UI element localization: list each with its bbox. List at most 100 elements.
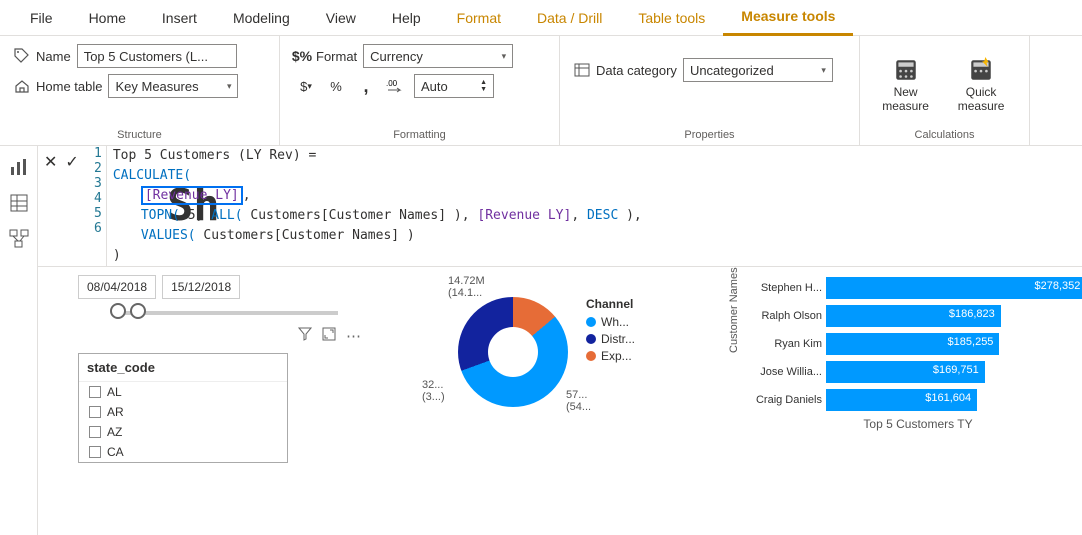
name-value: Top 5 Customers (L... <box>84 49 208 64</box>
tab-help[interactable]: Help <box>374 0 439 36</box>
bar-chart[interactable]: Customer Names Stephen H...$278,352Ralph… <box>748 277 1082 431</box>
bar-fill: $169,751 <box>826 361 985 383</box>
bar-row: Ralph Olson$186,823 <box>748 305 1082 327</box>
legend-dot-icon <box>586 351 596 361</box>
spinner-icon[interactable]: ▲▼ <box>480 79 487 93</box>
slicer-item-label: AZ <box>107 425 122 439</box>
format-value: Currency <box>370 49 423 64</box>
checkbox-icon[interactable] <box>89 446 101 458</box>
category-icon <box>574 62 590 78</box>
name-input[interactable]: Top 5 Customers (L... <box>77 44 237 68</box>
slicer-item-label: AL <box>107 385 122 399</box>
quick-measure-label: Quick measure <box>953 85 1009 113</box>
slicer-item[interactable]: CA <box>79 442 287 462</box>
group-label-structure: Structure <box>14 129 265 141</box>
bar-value: $278,352 <box>1035 280 1081 292</box>
data-category-value: Uncategorized <box>690 63 774 78</box>
checkbox-icon[interactable] <box>89 426 101 438</box>
decimals-value: Auto <box>421 79 448 94</box>
legend-dot-icon <box>586 334 596 344</box>
canvas: ✕ ✓ 123 456 Sh Top 5 Customers (LY Rev) … <box>38 146 1082 535</box>
bar-fill: $185,255 <box>826 333 999 355</box>
cancel-formula-button[interactable]: ✕ <box>44 152 57 172</box>
legend-title: Channel <box>586 297 635 311</box>
bar-row: Craig Daniels$161,604 <box>748 389 1082 411</box>
donut-data-label: 32...(3...) <box>422 379 445 403</box>
bar-fill: $278,352 <box>826 277 1082 299</box>
bar-axis-label: Customer Names <box>728 267 740 353</box>
format-dropdown[interactable]: Currency ▾ <box>363 44 513 68</box>
tab-measure-tools[interactable]: Measure tools <box>723 0 853 36</box>
tab-file[interactable]: File <box>12 0 71 36</box>
donut-data-label: 57...(54... <box>566 389 591 413</box>
commit-formula-button[interactable]: ✓ <box>65 152 78 172</box>
date-end[interactable]: 15/12/2018 <box>162 275 240 299</box>
chevron-down-icon: ▾ <box>227 81 232 92</box>
home-table-dropdown[interactable]: Key Measures ▾ <box>108 74 238 98</box>
legend-item: Exp... <box>586 349 635 363</box>
report-canvas[interactable]: 08/04/2018 15/12/2018 ⋯ state_code AL AR A… <box>38 267 1082 471</box>
group-structure: Name Top 5 Customers (L... Home table Ke… <box>0 36 280 145</box>
slicer-item-label: CA <box>107 445 124 459</box>
tab-view[interactable]: View <box>308 0 374 36</box>
legend-dot-icon <box>586 317 596 327</box>
slicer-item[interactable]: AL <box>79 382 287 402</box>
filter-icon[interactable] <box>298 327 312 345</box>
tab-table-tools[interactable]: Table tools <box>620 0 723 36</box>
comma-button[interactable]: , <box>354 74 378 98</box>
data-view-icon[interactable] <box>8 192 30 214</box>
tab-data-drill[interactable]: Data / Drill <box>519 0 620 36</box>
home-table-label: Home table <box>36 79 102 94</box>
bar-category: Jose Willia... <box>748 366 826 378</box>
slicer-item-label: AR <box>107 405 124 419</box>
focus-mode-icon[interactable] <box>322 327 336 345</box>
date-slider[interactable] <box>118 311 338 315</box>
tab-home[interactable]: Home <box>71 0 144 36</box>
currency-button[interactable]: $ ▾ <box>294 74 318 98</box>
svg-text:.00: .00 <box>386 79 398 88</box>
data-category-dropdown[interactable]: Uncategorized ▾ <box>683 58 833 82</box>
report-view-icon[interactable] <box>8 156 30 178</box>
quick-measure-button[interactable]: Quick measure <box>947 57 1015 113</box>
slicer-item[interactable]: AZ <box>79 422 287 442</box>
state-slicer[interactable]: state_code AL AR AZ CA <box>78 353 288 463</box>
donut-chart[interactable]: 14.72M(14.1...57...(54...32...(3...) Cha… <box>458 297 635 407</box>
group-label-calculations: Calculations <box>874 129 1015 141</box>
slicer-header: state_code <box>79 354 287 382</box>
ribbon: Name Top 5 Customers (L... Home table Ke… <box>0 36 1082 146</box>
model-view-icon[interactable] <box>8 228 30 250</box>
bar-chart-title: Top 5 Customers TY <box>748 417 1082 431</box>
legend-item: Wh... <box>586 315 635 329</box>
tag-icon <box>14 48 30 64</box>
legend-label: Wh... <box>601 315 629 329</box>
bar-row: Jose Willia... $169,751 <box>748 361 1082 383</box>
group-label-formatting: Formatting <box>294 129 545 141</box>
checkbox-icon[interactable] <box>89 406 101 418</box>
new-measure-button[interactable]: New measure <box>874 57 937 113</box>
more-options-icon[interactable]: ⋯ <box>346 327 361 345</box>
home-icon <box>14 78 30 94</box>
legend-label: Distr... <box>601 332 635 346</box>
name-label: Name <box>36 49 71 64</box>
bar-row: Stephen H... $278,352 <box>748 277 1082 299</box>
new-measure-label: New measure <box>880 85 931 113</box>
bar-value: $185,255 <box>948 336 994 348</box>
legend-item: Distr... <box>586 332 635 346</box>
group-formatting: $% Format Currency ▾ $ ▾ % , .00 Auto ▲▼ <box>280 36 560 145</box>
bar-category: Ryan Kim <box>748 338 826 350</box>
bar-value: $169,751 <box>933 364 979 376</box>
donut-data-label: 14.72M(14.1... <box>448 275 485 299</box>
tab-insert[interactable]: Insert <box>144 0 215 36</box>
slider-handle-start[interactable] <box>110 303 126 319</box>
checkbox-icon[interactable] <box>89 386 101 398</box>
decimals-input[interactable]: Auto ▲▼ <box>414 74 494 98</box>
formula-editor[interactable]: Sh Top 5 Customers (LY Rev) = CALCULATE(… <box>107 146 642 266</box>
slicer-item[interactable]: AR <box>79 402 287 422</box>
formula-bar: ✕ ✓ 123 456 Sh Top 5 Customers (LY Rev) … <box>38 146 1082 267</box>
tab-format[interactable]: Format <box>439 0 519 36</box>
date-start[interactable]: 08/04/2018 <box>78 275 156 299</box>
percent-button[interactable]: % <box>324 74 348 98</box>
tab-modeling[interactable]: Modeling <box>215 0 308 36</box>
slider-handle-end[interactable] <box>130 303 146 319</box>
bar-category: Stephen H... <box>748 282 826 294</box>
